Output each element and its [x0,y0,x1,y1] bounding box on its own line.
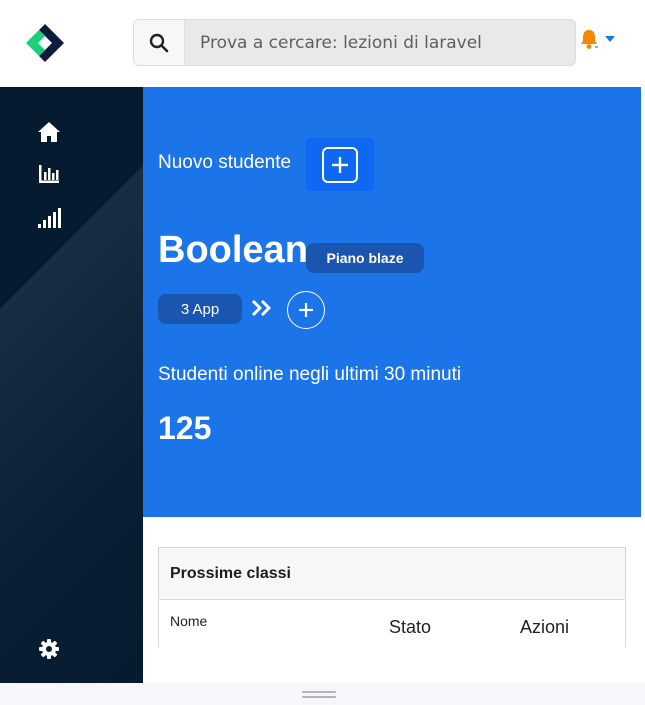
signal-icon [38,208,61,228]
column-header-name: Nome [170,613,208,629]
sidebar-item-settings[interactable] [36,637,62,661]
plus-icon [332,156,348,173]
column-header-actions: Azioni [520,617,570,637]
bottom-sheet-handle-bar [0,683,645,705]
online-students-count: 125 [158,410,212,446]
company-hero: Nuovo studente Boolean Piano blaze 3 App… [143,87,641,517]
search-icon [149,33,169,52]
brand-logo[interactable] [24,22,66,64]
search-input[interactable] [185,20,575,65]
search-button[interactable] [134,20,185,65]
double-chevron-right-icon [251,299,271,317]
notifications-menu[interactable] [578,28,620,52]
sidebar-item-home[interactable] [36,120,62,144]
search-bar [133,19,576,66]
bar-chart-icon [39,165,59,183]
apps-badge[interactable]: 3 App [158,294,242,324]
upcoming-classes-card: Prossime classi Nome Stato Azioni [158,547,626,647]
sidebar-item-reports[interactable] [36,162,62,186]
top-header [0,0,641,87]
drag-handle[interactable] [302,691,336,698]
plus-icon [299,303,313,317]
company-name: Boolean [158,229,308,271]
new-student-label: Nuovo studente [158,152,292,173]
gear-icon [39,639,59,659]
home-icon [38,122,60,142]
column-header-status: Stato [389,617,432,637]
add-student-button[interactable] [306,138,374,191]
bell-icon [581,30,598,49]
add-app-button[interactable] [287,291,325,329]
online-students-label: Studenti online negli ultimi 30 minuti [158,364,462,385]
caret-down-icon [605,36,615,42]
sidebar-item-signal[interactable] [36,206,62,230]
sidebar [0,87,143,683]
card-title: Prossime classi [159,548,625,600]
plan-badge: Piano blaze [306,243,424,273]
